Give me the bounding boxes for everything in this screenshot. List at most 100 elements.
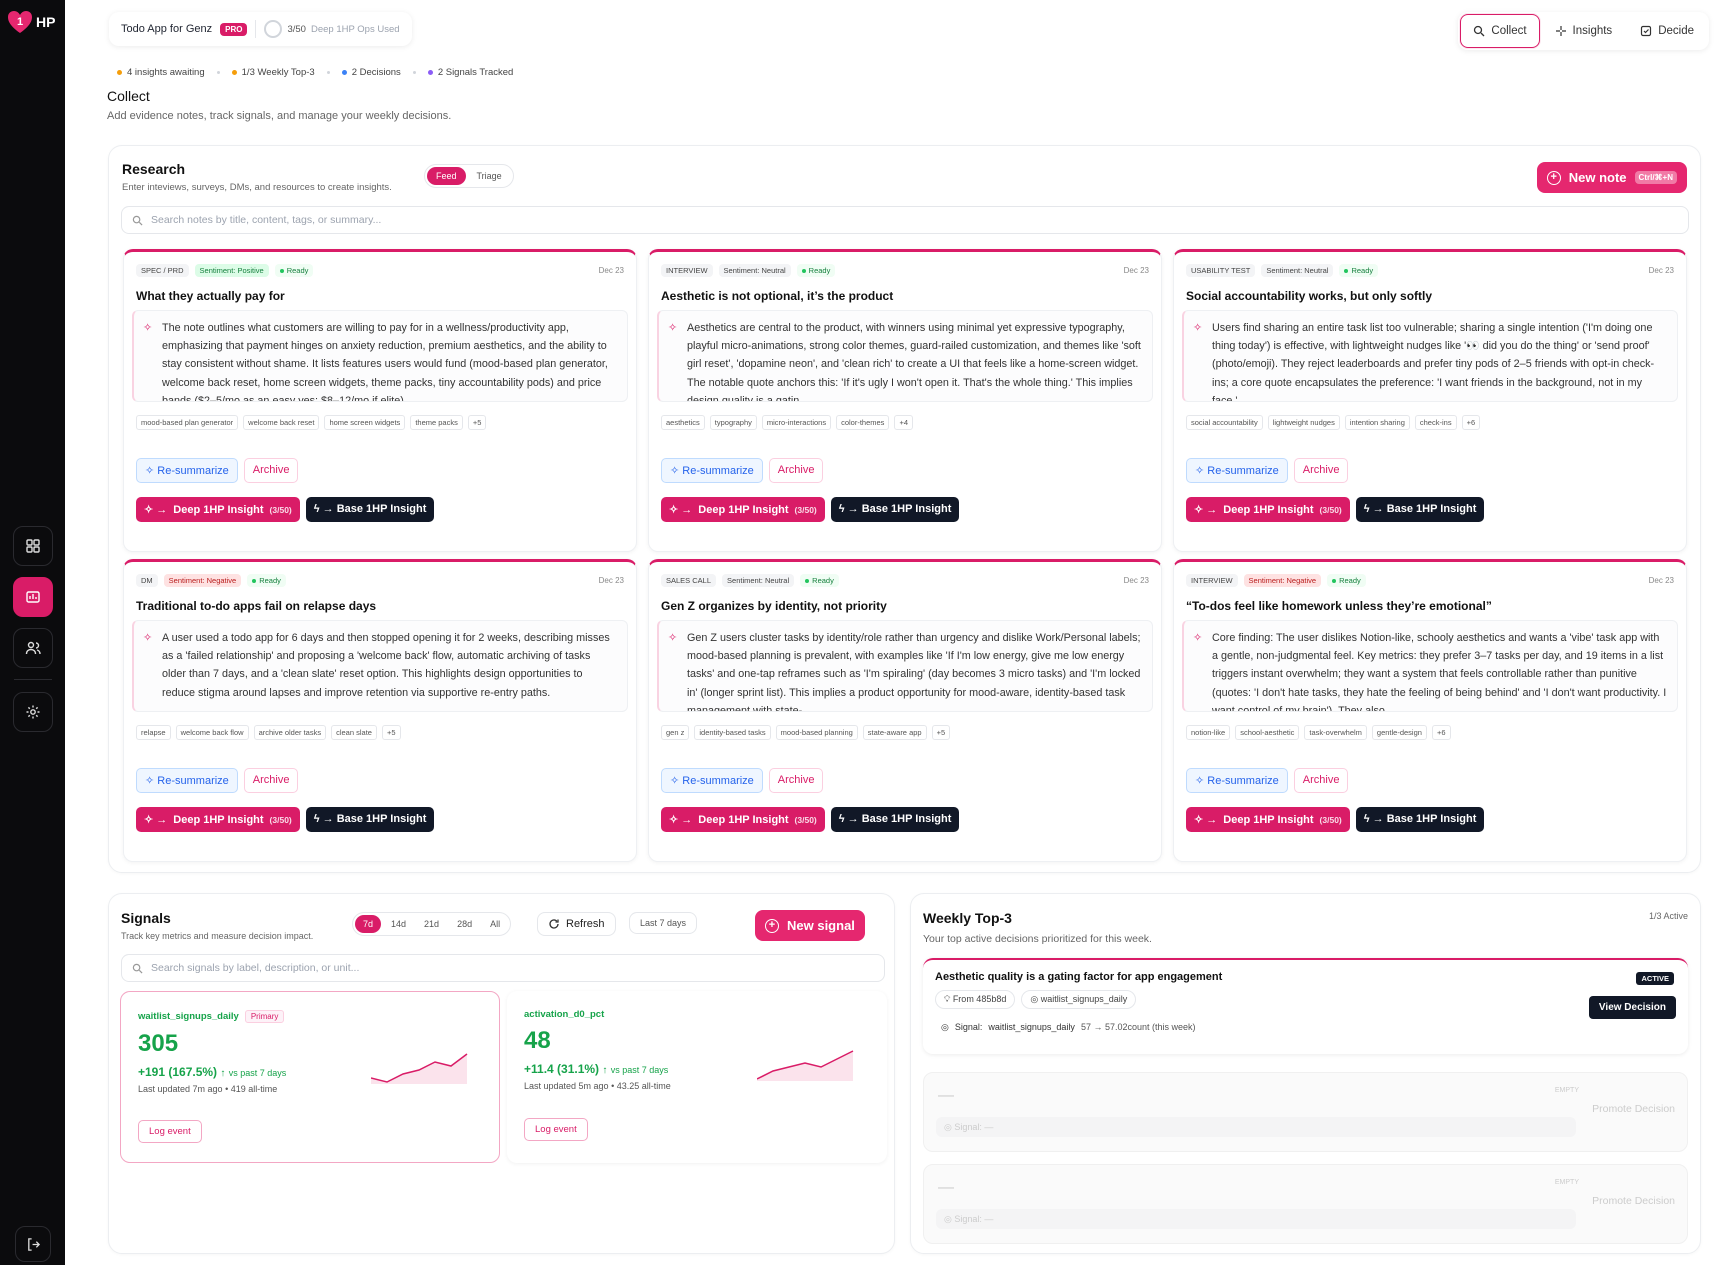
active-decision-card[interactable]: Aesthetic quality is a gating factor for…: [923, 958, 1688, 1054]
tag-chip[interactable]: welcome back reset: [243, 415, 320, 430]
base-insight-button[interactable]: ϟ → Base 1HP Insight: [830, 807, 960, 832]
tag-chip[interactable]: micro-interactions: [761, 415, 832, 430]
tag-chip[interactable]: school-aesthetic: [1235, 725, 1300, 740]
settings-nav-button[interactable]: [13, 692, 53, 732]
tag-chip[interactable]: clean slate: [331, 725, 377, 740]
tag-chip[interactable]: gentle-design: [1371, 725, 1427, 740]
tag-chip[interactable]: gen z: [661, 725, 690, 740]
app-logo[interactable]: 1 HP: [6, 8, 55, 36]
resummarize-button[interactable]: ✧ Re-summarize: [1186, 768, 1288, 793]
promote-decision-button[interactable]: Promote Decision: [1592, 1103, 1675, 1115]
collect-nav-button[interactable]: [13, 577, 53, 617]
tag-chip[interactable]: social accountability: [1186, 415, 1263, 430]
note-title: Aesthetic is not optional, it’s the prod…: [661, 289, 894, 303]
archive-button[interactable]: Archive: [1293, 458, 1349, 483]
tag-chip[interactable]: mood-based planning: [775, 725, 858, 740]
archive-button[interactable]: Archive: [243, 458, 299, 483]
archive-button[interactable]: Archive: [768, 458, 824, 483]
resummarize-button[interactable]: ✧ Re-summarize: [661, 768, 763, 793]
tag-chip[interactable]: notion-like: [1186, 725, 1231, 740]
logout-button[interactable]: [15, 1226, 51, 1262]
tab-collect[interactable]: Collect: [1460, 14, 1540, 48]
period-label[interactable]: Last 7 days: [629, 912, 698, 934]
note-title: Gen Z organizes by identity, not priorit…: [661, 599, 887, 613]
toggle-feed[interactable]: Feed: [427, 167, 466, 185]
tag-chip[interactable]: relapse: [136, 725, 171, 740]
tag-chip[interactable]: check-ins: [1414, 415, 1457, 430]
range-all[interactable]: All: [482, 915, 508, 933]
source-chip[interactable]: 💡︎ From 485b8d: [935, 990, 1016, 1009]
project-header[interactable]: Todo App for Genz PRO 3/50 Deep 1HP Ops …: [109, 12, 412, 46]
tab-decide[interactable]: Decide: [1627, 14, 1707, 48]
deep-insight-button[interactable]: ✧ → Deep 1HP Insight (3/50): [661, 497, 825, 522]
tag-chip[interactable]: +5: [467, 415, 487, 430]
archive-button[interactable]: Archive: [768, 768, 824, 793]
view-decision-button[interactable]: View Decision: [1588, 996, 1676, 1019]
dashboard-nav-button[interactable]: [13, 526, 53, 566]
tag-chip[interactable]: typography: [709, 415, 757, 430]
base-insight-button[interactable]: ϟ → Base 1HP Insight: [830, 497, 960, 522]
tag-chip[interactable]: archive older tasks: [253, 725, 327, 740]
tag-chip[interactable]: +5: [381, 725, 401, 740]
new-signal-button[interactable]: + New signal: [755, 910, 865, 941]
archive-button[interactable]: Archive: [1293, 768, 1349, 793]
tag-chip[interactable]: +6: [1431, 725, 1451, 740]
note-card[interactable]: SPEC / PRD Sentiment: Positive Ready Dec…: [123, 249, 637, 552]
note-tags: relapse welcome back flow archive older ta…: [136, 725, 401, 740]
range-14d[interactable]: 14d: [383, 915, 414, 933]
base-insight-button[interactable]: ϟ → Base 1HP Insight: [305, 497, 435, 522]
note-card[interactable]: USABILITY TEST Sentiment: Neutral Ready …: [1173, 249, 1687, 552]
tag-chip[interactable]: color-themes: [836, 415, 890, 430]
tag-chip[interactable]: state-aware app: [862, 725, 927, 740]
base-insight-button[interactable]: ϟ → Base 1HP Insight: [305, 807, 435, 832]
resummarize-button[interactable]: ✧ Re-summarize: [1186, 458, 1288, 483]
tag-chip[interactable]: theme packs: [410, 415, 463, 430]
tab-insights[interactable]: Insights: [1542, 14, 1626, 48]
log-event-button[interactable]: Log event: [524, 1118, 588, 1141]
signals-search-input[interactable]: Search signals by label, description, or…: [121, 954, 885, 982]
gear-icon: [26, 705, 40, 719]
signal-chip[interactable]: ◎ waitlist_signups_daily: [1021, 990, 1137, 1009]
note-card[interactable]: SALES CALL Sentiment: Neutral Ready Dec …: [648, 559, 1162, 862]
note-card[interactable]: INTERVIEW Sentiment: Neutral Ready Dec 2…: [648, 249, 1162, 552]
promote-decision-button[interactable]: Promote Decision: [1592, 1195, 1675, 1207]
refresh-button[interactable]: Refresh: [537, 912, 616, 936]
tag-chip[interactable]: +6: [1461, 415, 1481, 430]
notes-search-input[interactable]: Search notes by title, content, tags, or…: [121, 206, 1689, 234]
tag-chip[interactable]: +4: [894, 415, 913, 430]
note-card[interactable]: INTERVIEW Sentiment: Negative Ready Dec …: [1173, 559, 1687, 862]
tag-chip[interactable]: +5: [931, 725, 951, 740]
tag-chip[interactable]: welcome back flow: [175, 725, 249, 740]
tag-chip[interactable]: task-overwhelm: [1304, 725, 1367, 740]
log-event-button[interactable]: Log event: [138, 1120, 202, 1143]
tag-chip[interactable]: home screen widgets: [324, 415, 406, 430]
note-card[interactable]: DM Sentiment: Negative Ready Dec 23 Trad…: [123, 559, 637, 862]
base-insight-button[interactable]: ϟ → Base 1HP Insight: [1355, 807, 1485, 832]
toggle-triage[interactable]: Triage: [468, 167, 511, 185]
resummarize-button[interactable]: ✧ Re-summarize: [136, 458, 238, 483]
deep-insight-button[interactable]: ✧ → Deep 1HP Insight (3/50): [136, 497, 300, 522]
base-insight-button[interactable]: ϟ → Base 1HP Insight: [1355, 497, 1485, 522]
deep-insight-button[interactable]: ✧ → Deep 1HP Insight (3/50): [661, 807, 825, 832]
signal-card[interactable]: activation_d0_pct 48 +11.4 (31.1%) ↑ vs …: [507, 991, 887, 1163]
note-title: “To-dos feel like homework unless they’r…: [1186, 599, 1492, 613]
range-28d[interactable]: 28d: [449, 915, 480, 933]
signals-panel: Signals Track key metrics and measure de…: [108, 893, 895, 1254]
resummarize-button[interactable]: ✧ Re-summarize: [136, 768, 238, 793]
new-note-button[interactable]: + New note Ctrl/⌘+N: [1536, 162, 1687, 193]
deep-insight-button[interactable]: ✧ → Deep 1HP Insight (3/50): [1186, 497, 1350, 522]
deep-insight-button[interactable]: ✧ → Deep 1HP Insight (3/50): [136, 807, 300, 832]
signal-card[interactable]: waitlist_signups_daily Primary 305 +191 (…: [120, 991, 500, 1163]
deep-insight-button[interactable]: ✧ → Deep 1HP Insight (3/50): [1186, 807, 1350, 832]
users-nav-button[interactable]: [13, 628, 53, 668]
resummarize-button[interactable]: ✧ Re-summarize: [661, 458, 763, 483]
tag-chip[interactable]: aesthetics: [661, 415, 705, 430]
tag-chip[interactable]: mood-based plan generator: [136, 415, 239, 430]
tag-chip[interactable]: lightweight nudges: [1267, 415, 1340, 430]
tag-chip[interactable]: identity-based tasks: [694, 725, 771, 740]
archive-button[interactable]: Archive: [243, 768, 299, 793]
sparkle-icon: [1555, 26, 1566, 36]
range-7d[interactable]: 7d: [355, 915, 382, 933]
tag-chip[interactable]: intention sharing: [1344, 415, 1410, 430]
range-21d[interactable]: 21d: [416, 915, 447, 933]
